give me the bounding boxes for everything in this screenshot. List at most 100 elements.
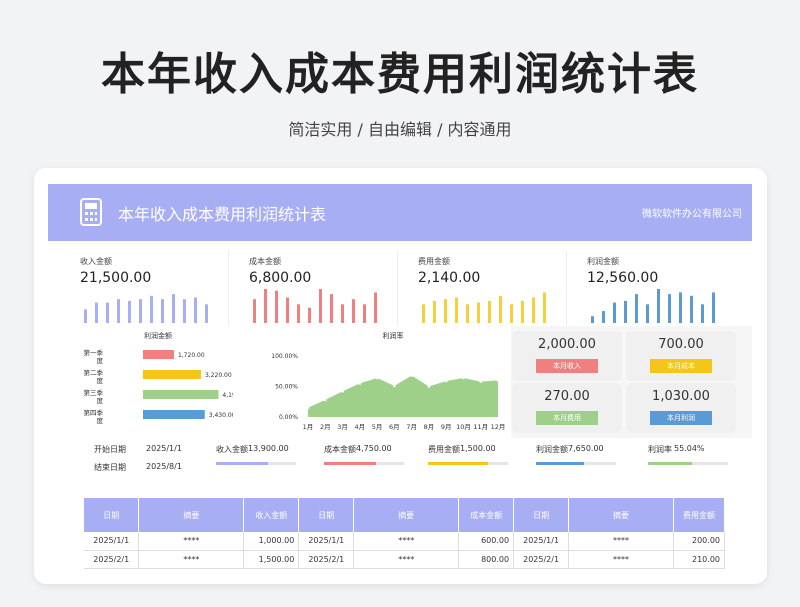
table-cell[interactable]: 2025/2/1 [298, 550, 355, 569]
dashboard-header: 本年收入成本费用利润统计表 微软软件办公有限公司 [48, 184, 752, 241]
category-label: 度 [97, 416, 104, 425]
bar [143, 390, 219, 399]
kpi-tag: 本月收入 [536, 359, 598, 373]
mini-bar [352, 299, 355, 323]
mini-bar [466, 304, 469, 323]
mini-bar [543, 292, 546, 323]
table-cell[interactable]: **** [568, 550, 674, 569]
x-tick-label: 1月 [303, 423, 314, 431]
mini-bar [172, 294, 175, 323]
y-tick-label: 100.00% [271, 353, 298, 360]
y-tick-label: 50.00% [275, 384, 298, 391]
mini-bar [701, 304, 704, 323]
metric-label: 利润金额 [587, 257, 619, 266]
mini-bar [183, 299, 186, 323]
table-cell[interactable]: **** [138, 532, 245, 551]
x-tick-label: 3月 [337, 423, 348, 431]
table-cell[interactable]: 200.00 [673, 532, 726, 551]
mini-bar [510, 304, 513, 323]
expense-mini-chart [422, 292, 546, 323]
x-tick-label: 9月 [441, 423, 452, 431]
table-header: 收入金额 [243, 498, 300, 532]
summary-income-bar [216, 462, 296, 465]
bar [143, 410, 205, 419]
table-cell[interactable]: **** [353, 550, 460, 569]
mini-bar [499, 295, 502, 323]
metric-income: 收入金额 21,500.00 [64, 250, 229, 326]
table-cell[interactable]: 2025/2/1 [513, 550, 570, 569]
mini-bar [532, 297, 535, 323]
data-point [410, 374, 413, 377]
summary-income-value: 13,900.00 [248, 444, 289, 453]
data-point [496, 379, 500, 382]
mini-bar [455, 297, 458, 323]
table-header: 成本金额 [458, 498, 515, 532]
mini-bar [205, 304, 208, 323]
summary-cost-value: 4,750.00 [356, 444, 392, 453]
mini-bar [422, 304, 425, 323]
table-header: 日期 [298, 498, 355, 532]
mini-bar [668, 294, 671, 323]
summary-rate-bar [648, 462, 728, 465]
table-cell[interactable]: 2025/1/1 [298, 532, 355, 551]
end-date-input[interactable]: 2025/8/1 [146, 462, 182, 471]
cost-mini-chart [253, 289, 377, 323]
kpi-month-cost: 700.00 本月成本 [626, 331, 736, 381]
mini-bar [690, 295, 693, 323]
data-point [358, 382, 362, 385]
chart-title: 利润金额 [144, 331, 172, 340]
data-point [444, 379, 448, 383]
table-cell[interactable]: 2025/1/1 [513, 532, 570, 551]
mini-bar [106, 302, 109, 323]
mini-bar [95, 302, 98, 323]
mini-bar [591, 316, 594, 323]
mini-bar [613, 302, 616, 323]
mini-bar [521, 300, 524, 323]
mini-bar [657, 289, 660, 323]
table-cell[interactable]: **** [138, 550, 245, 569]
calculator-icon [80, 198, 102, 226]
area-series [308, 375, 498, 417]
kpi-tag: 本月费用 [536, 411, 598, 425]
kpi-value: 700.00 [658, 337, 704, 352]
data-label: 3,430.00 [209, 412, 233, 419]
start-date-input[interactable]: 2025/1/1 [146, 444, 182, 453]
table-cell[interactable]: 2025/2/1 [84, 550, 140, 569]
metric-value: 2,140.00 [418, 270, 481, 286]
table-row[interactable]: 2025/1/1 **** 1,000.00 2025/1/1 **** 600… [84, 532, 726, 551]
table-cell[interactable]: **** [568, 532, 674, 551]
data-point [393, 384, 396, 388]
mini-bar [433, 300, 436, 323]
data-label: 1,720.00 [178, 352, 205, 359]
mini-bar [150, 295, 153, 323]
x-tick-label: 12月 [491, 423, 506, 431]
summary-cost-bar [324, 462, 404, 465]
mini-bar [602, 311, 605, 323]
table-header: 日期 [513, 498, 570, 532]
table-row[interactable]: 2025/2/1 **** 1,500.00 2025/2/1 **** 800… [84, 550, 726, 569]
table-cell[interactable]: **** [353, 532, 460, 551]
metric-cost: 成本金额 6,800.00 [233, 250, 398, 326]
mini-bar [84, 309, 87, 323]
mini-bar [444, 299, 447, 323]
table-cell[interactable]: 800.00 [458, 550, 515, 569]
mini-bar [635, 294, 638, 323]
metric-label: 费用金额 [418, 257, 450, 266]
kpi-tag: 本月利润 [650, 411, 712, 425]
mini-bar [139, 299, 142, 323]
category-label: 第三季 [84, 388, 104, 397]
table-cell[interactable]: 210.00 [673, 550, 726, 569]
table-cell[interactable]: 2025/1/1 [84, 532, 140, 551]
table-cell[interactable]: 1,500.00 [243, 550, 300, 569]
end-date-label: 结束日期 [94, 463, 126, 472]
metric-value: 12,560.00 [587, 270, 659, 286]
table-cell[interactable]: 600.00 [458, 532, 515, 551]
mini-bar [679, 292, 682, 323]
category-label: 第四季 [84, 408, 104, 417]
data-point [479, 380, 483, 383]
table-cell[interactable]: 1,000.00 [243, 532, 300, 551]
summary-profit-bar [536, 462, 616, 465]
page-subtitle: 简洁实用 / 自由编辑 / 内容通用 [288, 120, 512, 139]
metric-expense: 费用金额 2,140.00 [402, 250, 567, 326]
data-label: 3,220.00 [205, 372, 232, 379]
